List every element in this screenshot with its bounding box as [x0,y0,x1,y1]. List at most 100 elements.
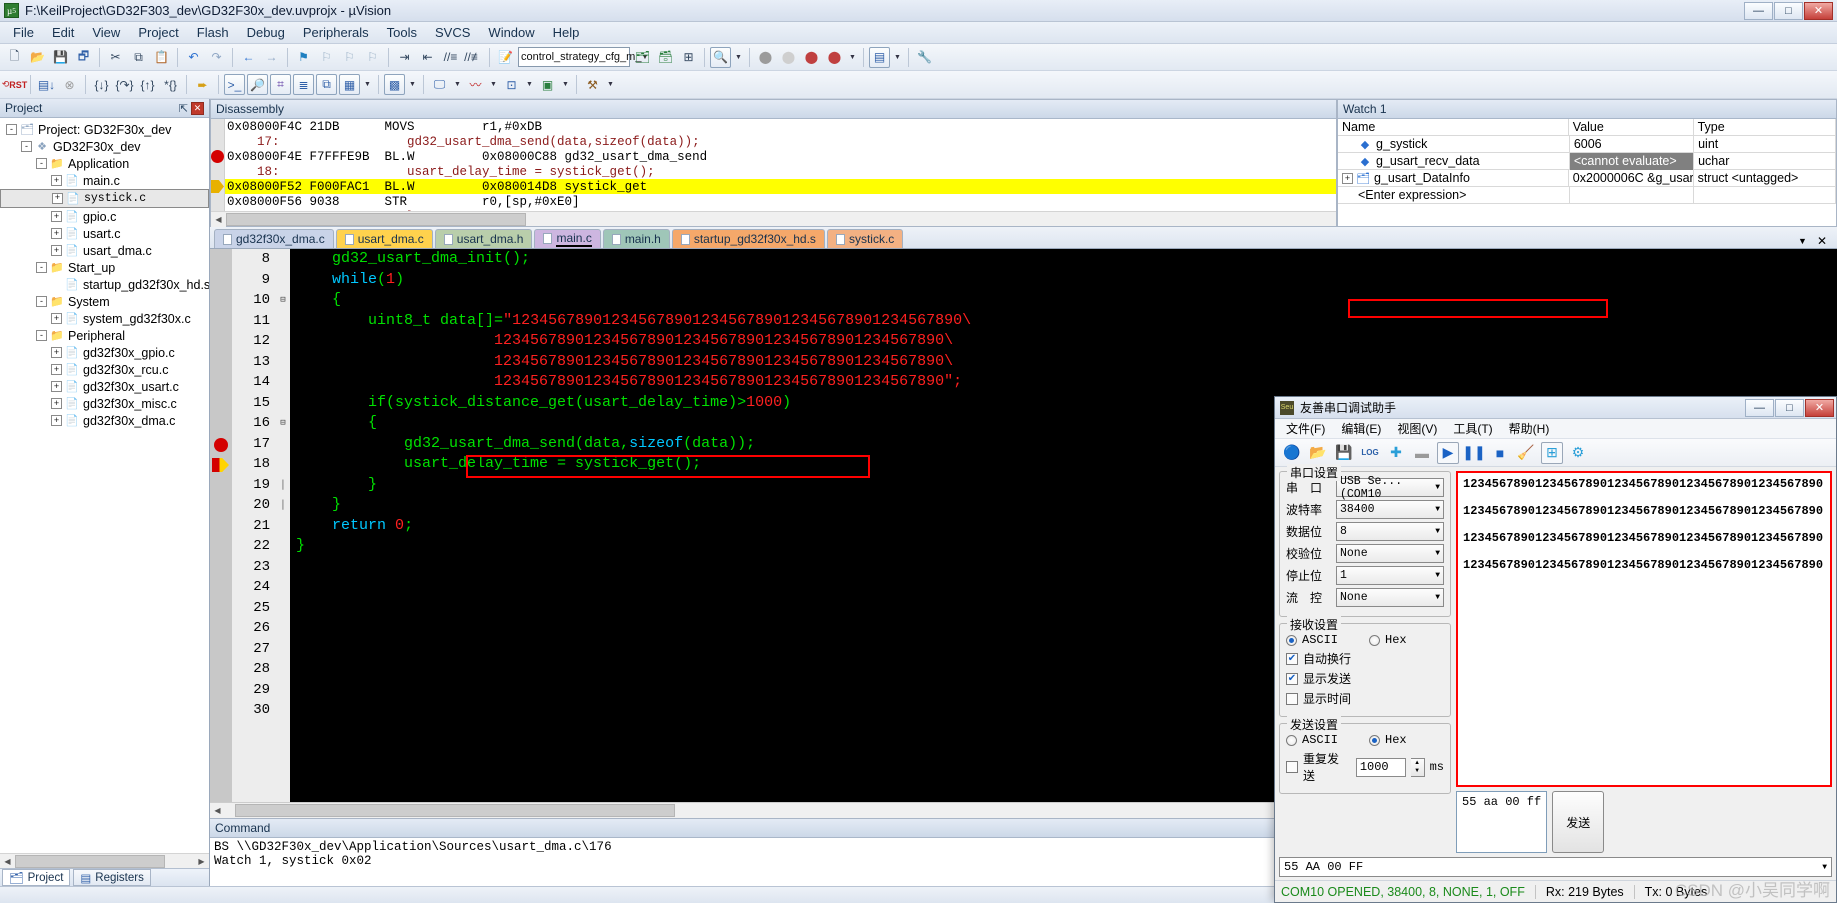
editor-code-line[interactable]: 1234567890123456789012345678901234567890… [296,372,1837,393]
watch-name-cell[interactable]: ◆ g_systick [1338,135,1570,153]
remove-icon[interactable]: ▬ [1411,442,1433,464]
batch-build-icon[interactable]: ⊞ [678,47,699,68]
port-field-select[interactable]: 38400 ▼ [1336,500,1444,519]
close-icon[interactable]: ✕ [191,101,204,115]
clear-icon[interactable]: 🧹 [1515,442,1537,464]
expand-icon[interactable]: + [51,175,62,186]
menu-item-svcs[interactable]: SVCS [426,23,479,42]
menu-item-file[interactable]: File [4,23,43,42]
watch-value-cell[interactable]: <cannot evaluate> [1569,152,1695,170]
serial-maximize-button[interactable]: □ [1775,398,1804,417]
menu-item-window[interactable]: Window [479,23,543,42]
watch-grid[interactable]: Name Value Type ◆ g_systick 6006 uint ◆ g_usart_… [1338,118,1836,226]
send-hex-radio[interactable] [1369,734,1381,746]
watch-row[interactable]: <Enter expression> [1338,186,1836,204]
paste-icon[interactable]: 📋 [151,47,172,68]
serial-menu-item-2[interactable]: 视图(V) [1390,419,1444,438]
analysis-window-icon[interactable]: 〰 [465,74,486,95]
chevron-down-icon[interactable]: ▼ [733,47,744,68]
menu-item-peripherals[interactable]: Peripherals [294,23,378,42]
receive-option-checkbox[interactable]: ✔ [1286,652,1298,665]
pin-icon[interactable]: ⇱ [179,102,188,115]
tree-item[interactable]: - ❖ GD32F30x_dev [0,138,209,155]
menu-item-flash[interactable]: Flash [188,23,238,42]
project-pane-tab-project[interactable]: 🗂 Project [2,869,71,886]
tree-item[interactable]: + 📄 main.c [0,172,209,189]
comment-icon[interactable]: //≡ [440,47,461,68]
outdent-icon[interactable]: ⇤ [417,47,438,68]
watch-name-cell[interactable]: ◆ g_usart_recv_data [1338,152,1570,170]
editor-fold-marker[interactable] [276,249,290,270]
project-tree-hscrollbar[interactable]: ◀ ▶ [0,853,209,869]
collapse-icon[interactable]: - [36,296,47,307]
tree-item[interactable]: + 📄 gd32f30x_gpio.c [0,344,209,361]
rebuild-icon[interactable]: 🗃 [655,47,676,68]
memory-window-icon[interactable]: ▩ [384,74,405,95]
editor-fold-marker[interactable] [276,331,290,352]
editor-fold-marker[interactable] [276,536,290,557]
disassembly-gutter[interactable] [211,119,225,211]
save-icon[interactable]: 💾 [50,47,71,68]
editor-breakpoint-margin[interactable] [210,249,232,802]
chevron-down-icon[interactable]: ▼ [524,74,535,95]
chevron-down-icon[interactable]: ▼ [488,74,499,95]
port-field-select[interactable]: USB Se... (COM10 ▼ [1336,475,1444,501]
redo-icon[interactable]: ↷ [206,47,227,68]
port-field-select[interactable]: None ▼ [1336,588,1444,607]
scroll-right-icon[interactable]: ▶ [194,853,209,869]
chevron-down-icon[interactable]: ▼ [362,74,373,95]
new-file-icon[interactable]: 🗋 [4,47,25,68]
collapse-icon[interactable]: - [6,124,17,135]
editor-code-line[interactable]: 1234567890123456789012345678901234567890… [296,331,1837,352]
editor-code-line[interactable]: 1234567890123456789012345678901234567890… [296,352,1837,373]
tree-item[interactable]: - 📁 Application [0,155,209,172]
new-icon[interactable]: 🔵 [1281,442,1303,464]
tree-item[interactable]: + 📄 gd32f30x_rcu.c [0,361,209,378]
disassembly-hscrollbar[interactable]: ◀ [211,211,1336,227]
trace-icon[interactable]: ⊡ [501,74,522,95]
call-stack-icon[interactable]: ⧉ [316,74,337,95]
chevron-down-icon[interactable]: ▼ [605,74,616,95]
show-next-statement-icon[interactable]: ➨ [192,74,213,95]
serial-close-button[interactable]: ✕ [1805,398,1834,417]
system-viewer-icon[interactable]: ▣ [537,74,558,95]
receive-option-checkbox[interactable]: ✔ [1286,672,1298,685]
menu-item-tools[interactable]: Tools [378,23,426,42]
scroll-left-icon[interactable]: ◀ [211,211,226,227]
editor-tab-main-h[interactable]: main.h [602,229,670,248]
watch-value-cell[interactable] [1570,186,1695,204]
editor-fold-marker[interactable] [276,434,290,455]
expand-icon[interactable]: + [1342,172,1353,184]
nav-back-icon[interactable]: ← [238,47,259,68]
add-icon[interactable]: ✚ [1385,442,1407,464]
expand-icon[interactable]: + [51,415,62,426]
insert-bp-icon[interactable]: ⬤ [755,47,776,68]
log-icon[interactable]: LOG [1359,442,1381,464]
expand-icon[interactable]: + [51,364,62,375]
registers-window-icon[interactable]: ≣ [293,74,314,95]
expand-icon[interactable]: + [51,381,62,392]
open-file-icon[interactable]: 📂 [27,47,48,68]
open-icon[interactable]: 📂 [1307,442,1329,464]
editor-fold-marker[interactable]: │ [276,475,290,496]
cut-icon[interactable]: ✂ [105,47,126,68]
tree-item[interactable]: + 📄 usart_dma.c [0,242,209,259]
port-field-select[interactable]: 1 ▼ [1336,566,1444,585]
receive-ascii-radio[interactable] [1286,634,1297,646]
target-select[interactable]: control_strategy_cfg_m_ ▼ [518,47,648,67]
bookmark-clear-icon[interactable]: ⚐ [362,47,383,68]
magnifier-icon[interactable]: 🔍 [710,46,731,68]
send-button[interactable]: 发送 [1552,791,1605,853]
editor-code-line[interactable]: while(1) [296,270,1837,291]
chevron-down-icon[interactable]: ▼ [847,47,858,68]
reset-icon[interactable]: ⟲ RST [2,74,28,95]
repeat-interval-stepper[interactable]: ▲ ▼ [1410,757,1425,777]
collapse-icon[interactable]: - [36,262,47,273]
menu-item-project[interactable]: Project [129,23,187,42]
port-field-select[interactable]: None ▼ [1336,544,1444,563]
watch-column-header[interactable]: Value [1569,118,1694,136]
menu-item-debug[interactable]: Debug [238,23,294,42]
disable-bp-icon[interactable]: ⬤ [801,47,822,68]
disassembly-source-line[interactable]: 17: gd32_usart_dma_send(data,sizeof(data… [211,134,1336,149]
settings-icon[interactable]: ⚙ [1567,442,1589,464]
